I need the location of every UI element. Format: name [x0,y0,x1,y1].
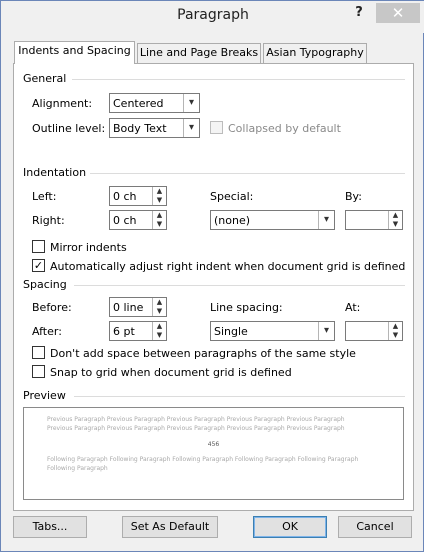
outline-level-label: Outline level: [32,122,106,135]
special-label: Special: [210,190,254,203]
preview-box: Previous Paragraph Previous Paragraph Pr… [23,407,404,500]
chevron-down-icon[interactable]: ▾ [318,211,334,229]
at-label: At: [345,301,361,314]
mirror-indents-checkbox[interactable] [32,240,45,253]
tab-indents-and-spacing[interactable]: Indents and Spacing [14,41,135,64]
preview-divider [74,396,405,397]
spin-arrows: ▲ ▼ [152,211,166,229]
preview-sample-text: 456 [207,441,220,448]
dont-add-space-checkbox[interactable] [32,346,45,359]
spin-up-icon[interactable]: ▲ [389,322,402,331]
right-indent-value: 0 ch [113,214,137,227]
spacing-heading: Spacing [23,278,67,291]
spacing-after-value: 6 pt [113,325,135,338]
by-label: By: [345,190,362,203]
spin-up-icon[interactable]: ▲ [153,322,166,331]
spacing-before-spinner[interactable]: 0 line ▲ ▼ [109,297,167,317]
title-bar: Paragraph ? ✕ [1,1,424,33]
preview-heading: Preview [23,389,66,402]
alignment-label: Alignment: [32,97,93,110]
right-indent-label: Right: [32,214,65,227]
left-indent-spinner[interactable]: 0 ch ▲ ▼ [109,186,167,206]
by-spinner[interactable]: ▲ ▼ [345,210,403,230]
preview-previous-line: Previous Paragraph Previous Paragraph Pr… [47,425,345,432]
auto-adjust-checkbox[interactable]: ✓ [32,259,45,272]
preview-following-line: Following Paragraph [47,465,108,472]
left-indent-label: Left: [32,190,57,203]
outline-level-select[interactable]: Body Text ▾ [109,118,200,138]
spin-down-icon[interactable]: ▼ [389,220,402,229]
spin-up-icon[interactable]: ▲ [153,187,166,196]
set-as-default-button[interactable]: Set As Default [122,516,218,538]
indentation-divider [90,173,405,174]
general-heading: General [23,72,67,85]
spin-arrows: ▲ ▼ [388,211,402,229]
collapsed-label: Collapsed by default [228,122,341,135]
spin-up-icon[interactable]: ▲ [389,211,402,220]
spacing-divider [74,285,405,286]
help-button[interactable]: ? [349,5,369,23]
at-spinner[interactable]: ▲ ▼ [345,321,403,341]
right-indent-spinner[interactable]: 0 ch ▲ ▼ [109,210,167,230]
spin-arrows: ▲ ▼ [152,298,166,316]
line-spacing-select[interactable]: Single ▾ [210,321,335,341]
spin-down-icon[interactable]: ▼ [153,307,166,316]
spin-down-icon[interactable]: ▼ [153,220,166,229]
preview-following-line: Following Paragraph Following Paragraph … [47,456,359,463]
line-spacing-label: Line spacing: [210,301,283,314]
close-button[interactable]: ✕ [376,3,420,23]
indentation-heading: Indentation [23,166,87,179]
preview-previous-line: Previous Paragraph Previous Paragraph Pr… [47,416,345,423]
outline-level-value: Body Text [113,122,167,135]
left-indent-value: 0 ch [113,190,137,203]
alignment-value: Centered [113,97,164,110]
tabs-button[interactable]: Tabs... [13,516,87,538]
spin-down-icon[interactable]: ▼ [153,331,166,340]
spacing-before-label: Before: [32,301,72,314]
auto-adjust-label: Automatically adjust right indent when d… [50,260,406,273]
spin-up-icon[interactable]: ▲ [153,298,166,307]
line-spacing-value: Single [214,325,248,338]
paragraph-dialog: Paragraph ? ✕ Indents and Spacing Line a… [0,0,424,552]
snap-to-grid-checkbox[interactable] [32,365,45,378]
cancel-button[interactable]: Cancel [338,516,412,538]
spacing-after-label: After: [32,325,62,338]
special-value: (none) [214,214,251,227]
tab-asian-typography[interactable]: Asian Typography [263,43,367,63]
tab-panel: General Alignment: Centered ▾ Outline le… [13,63,414,511]
mirror-indents-label: Mirror indents [50,241,127,254]
tab-line-and-page-breaks[interactable]: Line and Page Breaks [137,43,261,63]
ok-button[interactable]: OK [253,516,327,538]
chevron-down-icon[interactable]: ▾ [183,119,199,137]
spin-up-icon[interactable]: ▲ [153,211,166,220]
chevron-down-icon[interactable]: ▾ [318,322,334,340]
spacing-after-spinner[interactable]: 6 pt ▲ ▼ [109,321,167,341]
chevron-down-icon[interactable]: ▾ [183,94,199,112]
collapsed-checkbox[interactable] [210,121,223,134]
spin-arrows: ▲ ▼ [388,322,402,340]
spin-down-icon[interactable]: ▼ [389,331,402,340]
alignment-select[interactable]: Centered ▾ [109,93,200,113]
spin-arrows: ▲ ▼ [152,322,166,340]
special-select[interactable]: (none) ▾ [210,210,335,230]
general-divider [72,79,405,80]
dont-add-space-label: Don't add space between paragraphs of th… [50,347,356,360]
snap-to-grid-label: Snap to grid when document grid is defin… [50,366,292,379]
spin-down-icon[interactable]: ▼ [153,196,166,205]
spacing-before-value: 0 line [113,301,144,314]
spin-arrows: ▲ ▼ [152,187,166,205]
